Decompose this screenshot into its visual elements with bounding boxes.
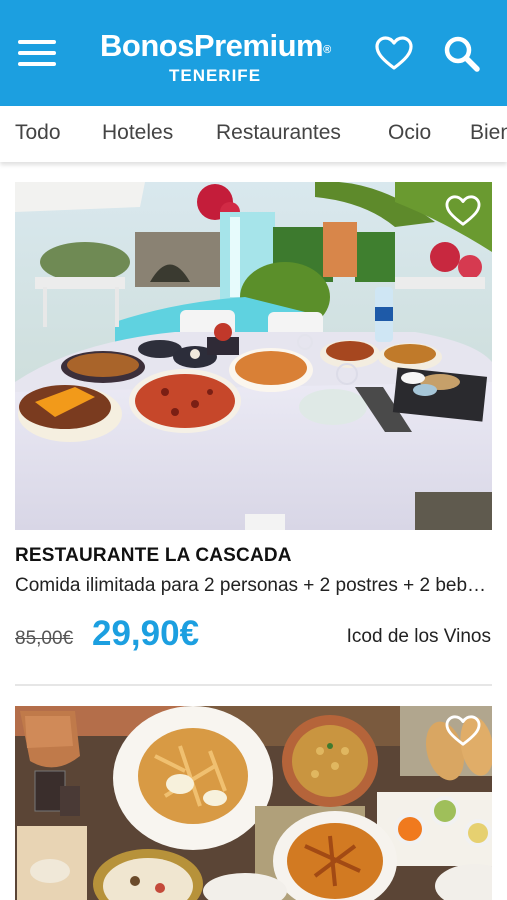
restaurant-terrace-photo <box>15 182 492 530</box>
brand-name: BonosPremium® <box>100 28 331 63</box>
favorite-heart-icon[interactable] <box>444 714 482 748</box>
favorite-heart-icon[interactable] <box>444 194 482 228</box>
tab-todo[interactable]: Todo <box>15 121 61 145</box>
original-price: 85,00€ <box>15 628 74 649</box>
listing-location: Icod de los Vinos <box>346 626 491 647</box>
heart-icon[interactable] <box>374 34 414 74</box>
listing-photo-2[interactable] <box>15 706 492 900</box>
app-header: BonosPremium® TENERIFE <box>0 0 507 106</box>
search-icon[interactable] <box>442 34 482 74</box>
listing-photo[interactable] <box>15 182 492 530</box>
category-tabs: Todo Hoteles Restaurantes Ocio Bien <box>0 106 507 162</box>
brand-region: TENERIFE <box>168 66 262 85</box>
listing-title[interactable]: RESTAURANTE LA CASCADA <box>15 545 292 567</box>
listing-divider <box>15 684 492 686</box>
discount-price: 29,90€ <box>92 614 200 653</box>
brand-logo[interactable]: BonosPremium® TENERIFE <box>100 28 340 86</box>
spanish-dishes-photo <box>15 706 492 900</box>
tab-bienestar[interactable]: Bien <box>470 121 507 145</box>
registered-mark: ® <box>323 44 331 56</box>
listing-description: Comida ilimitada para 2 personas + 2 pos… <box>15 575 490 596</box>
tab-hoteles[interactable]: Hoteles <box>102 121 173 145</box>
hamburger-menu-icon[interactable] <box>18 40 56 70</box>
tab-restaurantes[interactable]: Restaurantes <box>216 121 341 145</box>
tab-ocio[interactable]: Ocio <box>388 121 431 145</box>
